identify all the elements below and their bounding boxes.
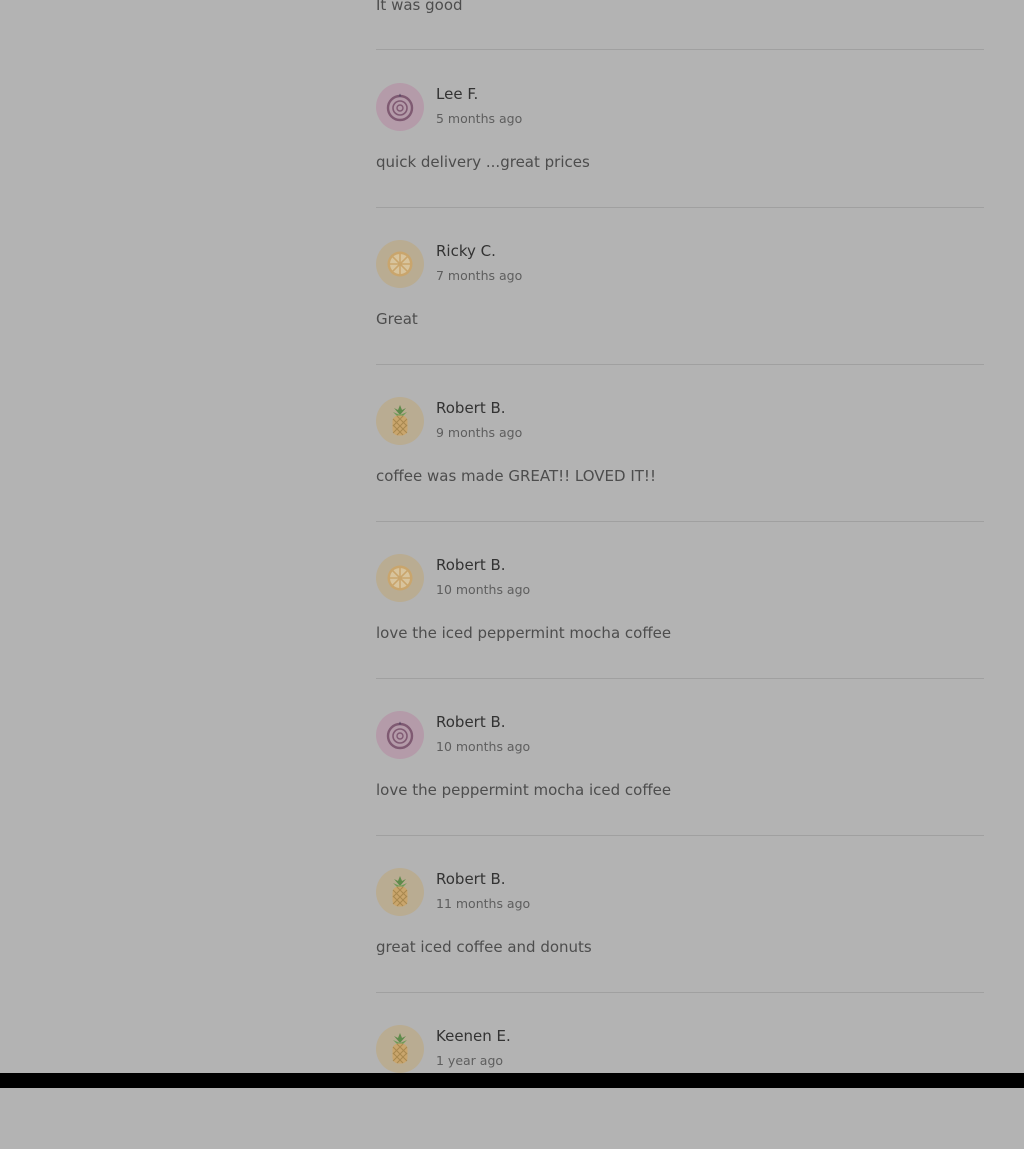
review-time: 10 months ago bbox=[436, 582, 531, 597]
reviewer-name[interactable]: Ricky C. bbox=[436, 241, 496, 261]
reviewer-avatar bbox=[376, 868, 424, 916]
reviewer-avatar bbox=[376, 397, 424, 445]
reviewer-avatar bbox=[376, 554, 424, 602]
bottom-bar bbox=[0, 1073, 1024, 1088]
pineapple-icon bbox=[392, 1033, 408, 1064]
onion-icon bbox=[386, 721, 414, 750]
pineapple-icon bbox=[392, 405, 408, 436]
review-time: 1 year ago bbox=[436, 1053, 504, 1068]
citrus-slice-icon bbox=[387, 251, 413, 277]
review-time: 11 months ago bbox=[436, 896, 531, 911]
review-item: Robert B. 11 months ago great iced coffe… bbox=[376, 835, 984, 992]
review-time: 5 months ago bbox=[436, 111, 523, 126]
review-text: Great bbox=[376, 310, 418, 328]
citrus-slice-icon bbox=[387, 565, 413, 591]
review-item: Robert B. 9 months ago coffee was made G… bbox=[376, 364, 984, 521]
review-item: Robert B. 10 months ago love the iced pe… bbox=[376, 521, 984, 678]
review-text: quick delivery ...great prices bbox=[376, 153, 590, 171]
reviewer-name[interactable]: Robert B. bbox=[436, 555, 506, 575]
reviewer-avatar bbox=[376, 83, 424, 131]
reviewer-name[interactable]: Robert B. bbox=[436, 869, 506, 889]
review-item: Keenen E. 1 year ago bbox=[376, 992, 984, 1149]
review-time: 9 months ago bbox=[436, 425, 523, 440]
pineapple-icon bbox=[392, 876, 408, 907]
review-time: 10 months ago bbox=[436, 739, 531, 754]
review-time: 7 months ago bbox=[436, 268, 523, 283]
review-text: great iced coffee and donuts bbox=[376, 938, 592, 956]
review-text: coffee was made GREAT!! LOVED IT!! bbox=[376, 467, 656, 485]
reviewer-name[interactable]: Robert B. bbox=[436, 712, 506, 732]
reviewer-avatar bbox=[376, 711, 424, 759]
reviewer-name[interactable]: Keenen E. bbox=[436, 1026, 511, 1046]
reviewer-name[interactable]: Robert B. bbox=[436, 398, 506, 418]
review-item: Lee F. 5 months ago quick delivery ...gr… bbox=[376, 50, 984, 207]
review-item: Ricky C. 7 months ago Great bbox=[376, 207, 984, 364]
reviewer-name[interactable]: Lee F. bbox=[436, 84, 478, 104]
reviewer-avatar bbox=[376, 1025, 424, 1073]
review-text: It was good bbox=[376, 0, 463, 14]
review-text: love the peppermint mocha iced coffee bbox=[376, 781, 672, 799]
review-text: love the iced peppermint mocha coffee bbox=[376, 624, 672, 642]
onion-icon bbox=[386, 93, 414, 122]
reviewer-avatar bbox=[376, 240, 424, 288]
review-item: Robert B. 10 months ago love the pepperm… bbox=[376, 678, 984, 835]
